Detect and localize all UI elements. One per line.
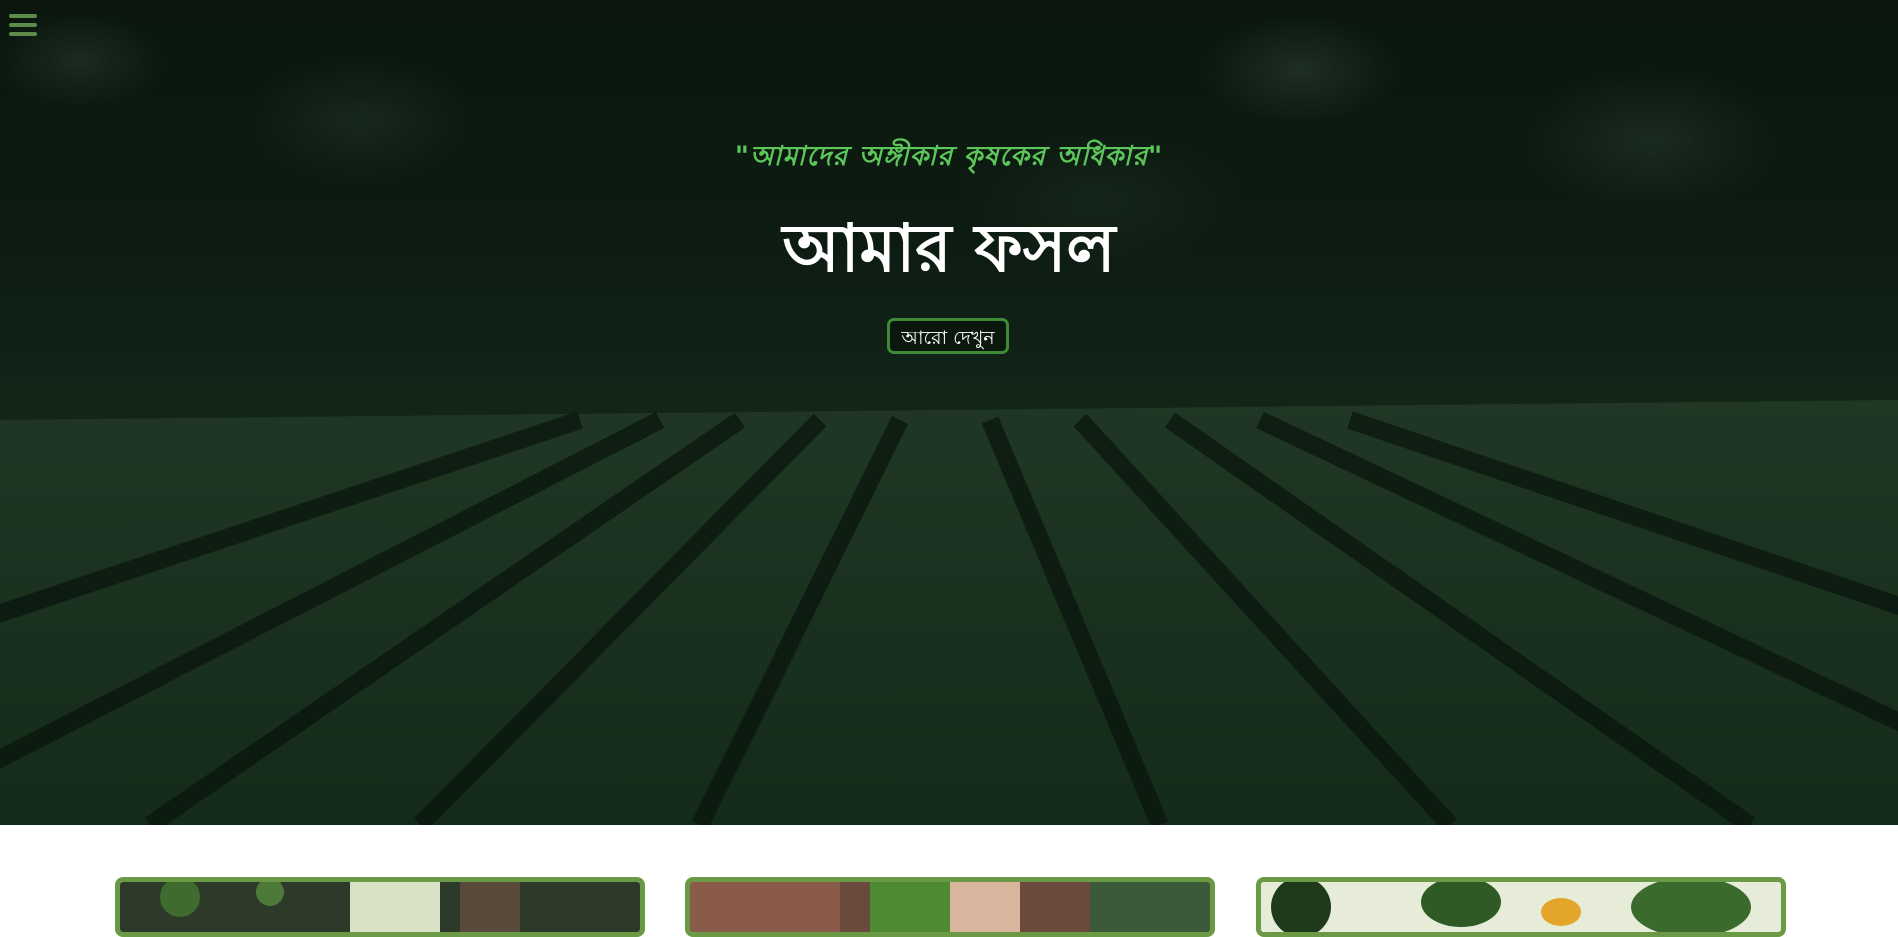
cards-section [0, 825, 1898, 937]
card-farmer[interactable] [115, 877, 645, 937]
menu-bar [9, 32, 37, 36]
see-more-button[interactable]: আরো দেখুন [887, 318, 1009, 354]
hero-tagline: "আমাদের অঙ্গীকার কৃষকের অধিকার" [734, 141, 1164, 172]
card-citrus[interactable] [1256, 877, 1786, 937]
menu-bar [9, 14, 37, 18]
hamburger-menu-icon[interactable] [9, 14, 37, 40]
card-image-seedlings [690, 882, 1210, 932]
tea-field-background [0, 380, 1898, 825]
card-image-farmer [120, 882, 640, 932]
hero-title: আমার ফসল [782, 210, 1116, 287]
card-image-citrus [1261, 882, 1781, 932]
card-seedlings[interactable] [685, 877, 1215, 937]
menu-bar [9, 23, 37, 27]
hero-section: "আমাদের অঙ্গীকার কৃষকের অধিকার" আমার ফসল… [0, 0, 1898, 825]
